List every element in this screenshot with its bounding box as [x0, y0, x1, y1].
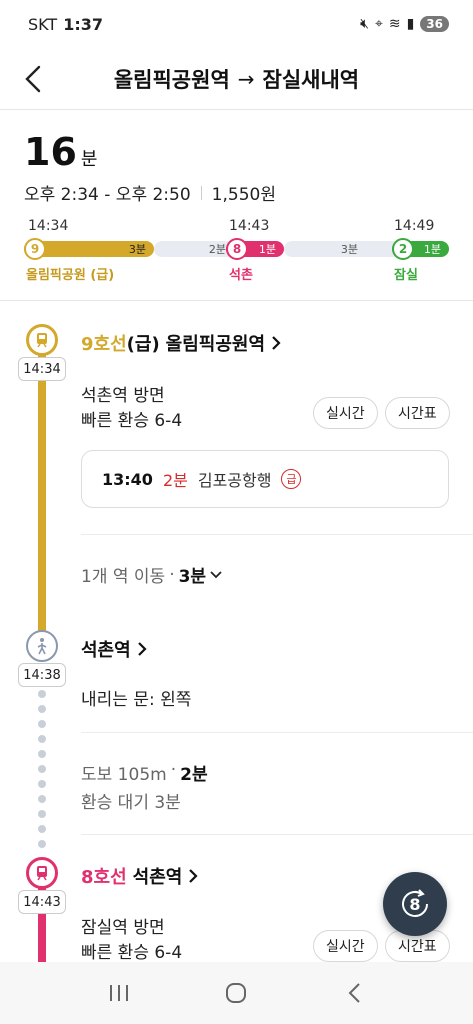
station-name: 올림픽공원역	[165, 334, 266, 355]
divider	[81, 732, 473, 733]
line9-rail	[38, 345, 46, 635]
transfer-wait: 환승 대기 3분	[81, 793, 181, 813]
station-name: 석촌역	[81, 640, 131, 661]
back-icon	[348, 983, 360, 1003]
transfer-station-title[interactable]: 석촌역	[81, 636, 147, 662]
arrival-time: 13:40	[102, 469, 153, 489]
status-icons: 🔇︎ ⌖ ≋ ▮ 36	[360, 16, 449, 32]
segment-ride-time: 1분	[423, 243, 441, 256]
chevron-down-icon	[210, 570, 222, 578]
direction-text: 잠실역 방면	[81, 918, 165, 938]
bar-label-1: 올림픽공원 (급)	[26, 268, 115, 283]
timespan: 오후 2:34 - 오후 2:50	[24, 185, 191, 205]
duration-unit: 분	[80, 149, 98, 170]
home-button[interactable]	[216, 973, 256, 1013]
fast-transfer-text: 빠른 환승 6-4	[81, 943, 183, 963]
clock: 1:37	[63, 14, 103, 34]
station-move-row[interactable]: 1개 역 이동 · 3분	[81, 562, 222, 587]
segment-walk-time: 3분	[340, 243, 358, 256]
transfer-time-tag: 14:38	[18, 663, 66, 687]
total-duration: 16 분	[24, 130, 276, 174]
bar-label-2: 석촌	[229, 268, 253, 283]
route-bar: 3분 2분 1분 3분 1분 9 8 2	[24, 238, 449, 260]
bar-time-1: 14:34	[28, 218, 69, 234]
dot-separator: ·	[170, 760, 177, 780]
walk-time: 2분	[180, 765, 208, 785]
segment-1-title[interactable]: 9호선 (급) 올림픽공원역	[81, 330, 281, 356]
move-time: 3분	[178, 567, 207, 587]
bar-time-2: 14:43	[229, 218, 270, 234]
signal-icon: ▮	[406, 16, 415, 32]
realtime-button[interactable]: 실시간	[313, 930, 378, 962]
segment-ride-time: 3분	[128, 243, 146, 256]
origin-station: 올림픽공원역	[113, 67, 230, 92]
segment-walk-2: 3분	[284, 241, 404, 257]
station-name: 석촌역	[132, 867, 183, 888]
chevron-left-icon	[25, 65, 41, 93]
bar-time-3: 14:49	[394, 218, 435, 234]
status-bar: SKT 1:37 🔇︎ ⌖ ≋ ▮ 36	[0, 0, 473, 48]
app-header: 올림픽공원역 → 잠실새내역	[0, 48, 473, 110]
train-icon	[26, 324, 58, 356]
chevron-right-icon	[137, 642, 147, 656]
move-text: 1개 역 이동	[81, 567, 166, 587]
realtime-button[interactable]: 실시간	[313, 397, 378, 429]
location-icon: ⌖	[374, 16, 383, 32]
divider	[81, 534, 473, 535]
home-icon	[226, 983, 247, 1003]
destination-station: 잠실새내역	[262, 67, 360, 92]
duration-number: 16	[24, 130, 77, 174]
refresh-fab[interactable]: 8	[383, 872, 447, 936]
fare: 1,550원	[211, 185, 276, 205]
departure-time-tag: 14:34	[18, 357, 66, 381]
chevron-right-icon	[272, 336, 281, 350]
carrier: SKT	[28, 14, 58, 34]
walk-rail	[38, 690, 46, 855]
segment-2-title[interactable]: 8호선 석촌역	[81, 863, 198, 889]
divider	[0, 300, 473, 301]
walk-distance: 도보 105m	[81, 765, 167, 785]
departure-time-tag: 14:43	[18, 890, 66, 914]
express-tag: (급)	[126, 334, 160, 355]
express-badge: 급	[281, 469, 302, 489]
line2-badge: 2	[392, 238, 414, 260]
mute-icon: 🔇︎	[360, 16, 369, 32]
system-nav-bar	[0, 962, 473, 1024]
fast-transfer-text: 빠른 환승 6-4	[81, 411, 183, 431]
line-name: 9호선	[81, 334, 127, 355]
arrival-destination: 김포공항행	[197, 471, 272, 490]
segment-ride-time: 1분	[258, 243, 276, 256]
bar-times: 14:34 14:43 14:49	[0, 218, 473, 236]
chevron-right-icon	[189, 869, 198, 883]
door-side-text: 내리는 문: 왼쪽	[81, 690, 192, 710]
fab-label: 8	[409, 894, 421, 914]
separator	[200, 185, 202, 200]
segment-walk-time: 2분	[208, 243, 226, 256]
timespan-row: 오후 2:34 - 오후 2:50 1,550원	[24, 180, 276, 205]
line-name: 8호선	[81, 867, 127, 888]
recent-apps-button[interactable]	[99, 973, 139, 1013]
line8-badge: 8	[226, 238, 248, 260]
train-icon	[26, 857, 58, 889]
recents-icon	[109, 985, 128, 1001]
line9-badge: 9	[24, 238, 46, 260]
arrival-card[interactable]: 13:40 2분 김포공항행 급	[81, 450, 449, 508]
divider	[81, 834, 473, 835]
walk-icon	[26, 630, 58, 662]
direction-text: 석촌역 방면	[81, 386, 165, 406]
battery-icon: 36	[420, 16, 449, 32]
route-summary: 16 분 오후 2:34 - 오후 2:50 1,550원	[24, 130, 276, 205]
page-title: 올림픽공원역 → 잠실새내역	[114, 64, 359, 94]
wifi-icon: ≋	[388, 16, 401, 32]
back-button[interactable]	[14, 60, 52, 98]
arrow-right-icon: →	[237, 66, 255, 91]
back-nav-button[interactable]	[334, 973, 374, 1013]
dot-separator: ·	[169, 564, 175, 585]
walk-row: 도보 105m · 2분	[81, 760, 208, 785]
segment-walk-1: 2분	[154, 241, 234, 257]
bar-label-3: 잠실	[394, 268, 418, 283]
timetable-button[interactable]: 시간표	[385, 397, 450, 429]
arrival-minutes: 2분	[162, 471, 188, 490]
